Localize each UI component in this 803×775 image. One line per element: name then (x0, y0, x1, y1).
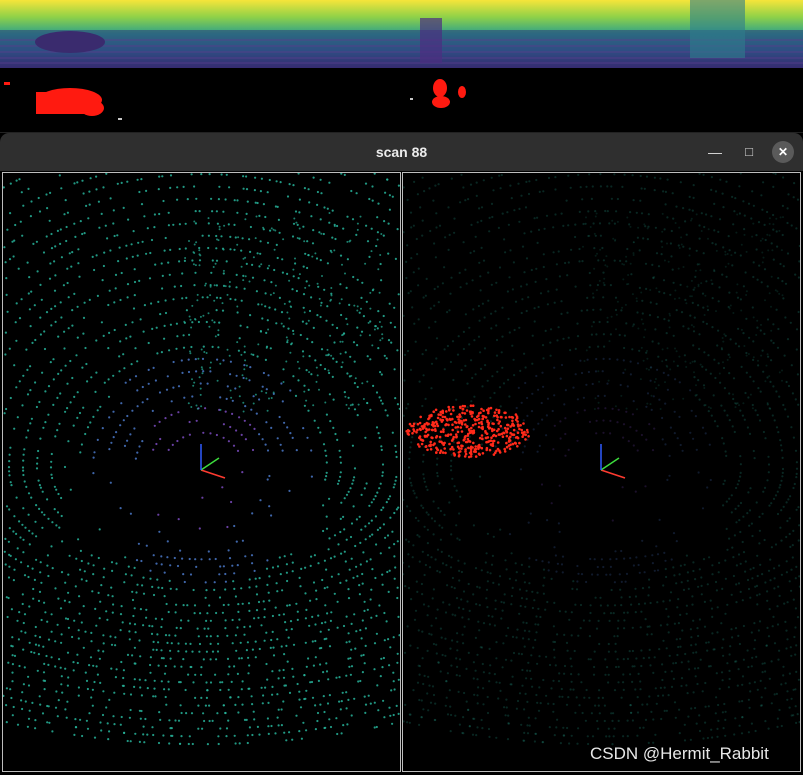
origin-axes (600, 444, 626, 479)
maximize-icon: □ (745, 144, 753, 159)
labeled-car-points (405, 404, 530, 459)
pointcloud-viewport-left[interactable] (2, 172, 401, 772)
minimize-icon: — (708, 144, 722, 160)
close-icon: ✕ (777, 145, 789, 159)
pointcloud-render-labeled (403, 173, 800, 746)
range-image-strip (0, 0, 803, 68)
minimize-button[interactable]: — (704, 141, 726, 163)
pointcloud-render (3, 173, 400, 746)
label-image-strip (0, 70, 803, 132)
window-title: scan 88 (375, 144, 428, 160)
pointcloud-viewer-window: scan 88 — □ ✕ (0, 133, 803, 775)
window-titlebar[interactable]: scan 88 — □ ✕ (0, 133, 803, 171)
origin-axes (200, 444, 226, 479)
watermark-text: CSDN @Hermit_Rabbit (590, 744, 769, 763)
maximize-button[interactable]: □ (738, 141, 760, 163)
pointcloud-viewport-right[interactable] (402, 172, 801, 772)
close-button[interactable]: ✕ (772, 141, 794, 163)
